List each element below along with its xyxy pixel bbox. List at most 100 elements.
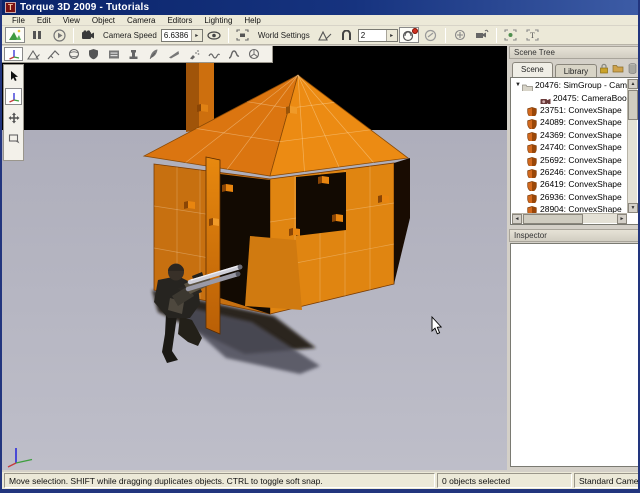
menu-item[interactable]: Lighting	[198, 16, 238, 25]
convex-shape-icon	[527, 204, 538, 213]
tree-item-label[interactable]: 20475: CameraBookmark	[553, 93, 627, 103]
scroll-down-button[interactable]: ▼	[628, 203, 638, 213]
inspector-header[interactable]: Inspector	[509, 229, 640, 242]
terrain-snap-icon[interactable]	[315, 27, 335, 43]
tree-item-label[interactable]: 24740: ConvexShape	[540, 142, 622, 152]
pause-button[interactable]	[27, 27, 47, 43]
menu-item[interactable]: Editors	[161, 16, 198, 25]
tree-item[interactable]: ▼ 25692: ConvexShape	[512, 153, 627, 165]
text-tool-icon[interactable]: T	[523, 27, 543, 43]
tree-item[interactable]: ▼ 24369: ConvexShape	[512, 129, 627, 141]
tree-vertical-scrollbar[interactable]: ▲ ▼	[627, 79, 637, 213]
tree-item[interactable]: ▼ 24089: ConvexShape	[512, 116, 627, 128]
folder-icon[interactable]	[612, 62, 624, 74]
camera-speed-value[interactable]: 6.6386	[162, 31, 191, 40]
tree-item-label[interactable]: 28904: ConvexShape	[540, 204, 622, 213]
tree-item-label[interactable]: 23751: ConvexShape	[540, 105, 622, 115]
tree-item[interactable]: ▼ 23751: ConvexShape	[512, 104, 627, 116]
tab-scene[interactable]: Scene	[512, 62, 553, 77]
tree-item-label[interactable]: 26419: ConvexShape	[540, 179, 622, 189]
decal-editor-icon[interactable]	[124, 47, 143, 61]
camera-icon[interactable]	[78, 27, 98, 43]
vertical-scroll-thumb[interactable]	[628, 90, 638, 120]
add-object-icon[interactable]	[450, 27, 470, 43]
rotate-tool-icon[interactable]	[5, 130, 22, 147]
inspector-box[interactable]	[510, 243, 639, 467]
menu-item[interactable]: Help	[238, 16, 266, 25]
window-title: Torque 3D 2009 - Tutorials	[20, 2, 149, 13]
navmesh-editor-icon[interactable]	[244, 47, 263, 61]
menu-item[interactable]: View	[57, 16, 86, 25]
fit-selection-icon[interactable]	[501, 27, 521, 43]
move-tool-icon[interactable]	[5, 88, 22, 105]
scroll-left-button[interactable]: ◄	[512, 214, 522, 224]
magnet-snap-icon[interactable]	[337, 27, 357, 43]
world-editor-mode-button[interactable]	[5, 27, 25, 43]
soft-snap-icon[interactable]	[421, 27, 441, 43]
tree-item-label[interactable]: 26936: ConvexShape	[540, 192, 622, 202]
tree-item-label[interactable]: 24369: ConvexShape	[540, 130, 622, 140]
window-bottom-border	[2, 489, 640, 493]
tree-item[interactable]: ▼ 24740: ConvexShape	[512, 141, 627, 153]
visibility-eye-icon[interactable]	[204, 27, 224, 43]
camera-speed-field[interactable]: 6.6386 ▸	[161, 29, 203, 42]
camera-bookmark-icon	[540, 93, 551, 103]
shape-editor-icon[interactable]	[84, 47, 103, 61]
horizontal-scroll-thumb[interactable]	[523, 214, 583, 224]
tree-item-label[interactable]: 26246: ConvexShape	[540, 167, 622, 177]
scene-canvas[interactable]	[2, 46, 507, 470]
scroll-up-button[interactable]: ▲	[628, 79, 638, 89]
tree-item[interactable]: ▼ 26419: ConvexShape	[512, 178, 627, 190]
tree-item-label[interactable]: 20476: SimGroup - CameraE	[535, 80, 627, 90]
open-door	[206, 157, 220, 334]
datablock-editor-icon[interactable]	[104, 47, 123, 61]
scene-tree-header[interactable]: Scene Tree	[509, 46, 640, 59]
mesh-road-editor-icon[interactable]	[164, 47, 183, 61]
tree-item[interactable]: ▼ 26246: ConvexShape	[512, 166, 627, 178]
gizmo-tool-icon[interactable]	[4, 47, 23, 61]
camera-mode[interactable]: Standard Camera	[574, 473, 640, 488]
snap-size-value[interactable]: 2	[359, 31, 386, 40]
tab-library[interactable]: Library	[555, 64, 597, 77]
convex-shape-icon	[527, 142, 538, 152]
convex-shape-icon	[527, 192, 538, 202]
object-snap-icon[interactable]	[399, 27, 419, 43]
main-toolbar: Camera Speed 6.6386 ▸ World Settings 2 ▸	[2, 26, 640, 45]
menu-item[interactable]: Edit	[31, 16, 57, 25]
snap-size-field[interactable]: 2 ▸	[358, 29, 398, 42]
terrain-painter-icon[interactable]	[44, 47, 63, 61]
tree-item[interactable]: ▼ 28904: ConvexShape	[512, 203, 627, 213]
status-message: Move selection. SHIFT while dragging dup…	[4, 473, 435, 488]
world-settings-label: World Settings	[258, 31, 310, 40]
title-bar[interactable]: T Torque 3D 2009 - Tutorials	[2, 0, 640, 15]
river-editor-icon[interactable]	[204, 47, 223, 61]
material-editor-icon[interactable]	[64, 47, 83, 61]
play-button[interactable]	[49, 27, 69, 43]
menu-item[interactable]: Object	[86, 16, 121, 25]
frame-camera-icon[interactable]	[233, 27, 253, 43]
status-bar: Move selection. SHIFT while dragging dup…	[2, 472, 640, 489]
menu-item[interactable]: Camera	[121, 16, 161, 25]
convex-shape-icon	[527, 117, 538, 127]
tree-item[interactable]: ▼ 26936: ConvexShape	[512, 191, 627, 203]
tree-item[interactable]: ▼ 20475: CameraBookmark	[512, 91, 627, 103]
forest-editor-icon[interactable]	[144, 47, 163, 61]
tree-item-label[interactable]: 24089: ConvexShape	[540, 117, 622, 127]
lock-icon[interactable]	[598, 62, 610, 74]
road-editor-icon[interactable]	[224, 47, 243, 61]
snap-size-spinner[interactable]: ▸	[386, 30, 397, 41]
delete-icon[interactable]	[626, 62, 638, 74]
expander-icon[interactable]: ▼	[514, 82, 522, 88]
tree-horizontal-scrollbar[interactable]: ◄ ►	[512, 213, 627, 223]
translate-tool-icon[interactable]	[5, 109, 22, 126]
terrain-editor-icon[interactable]	[24, 47, 43, 61]
particle-editor-icon[interactable]	[184, 47, 203, 61]
camera-speed-spinner[interactable]: ▸	[191, 30, 202, 41]
menu-item[interactable]: File	[6, 16, 31, 25]
select-tool-icon[interactable]	[5, 67, 22, 84]
scroll-right-button[interactable]: ►	[617, 214, 627, 224]
tree-item-label[interactable]: 25692: ConvexShape	[540, 155, 622, 165]
camera-bookmark-icon[interactable]	[472, 27, 492, 43]
tree-item[interactable]: ▼ 20476: SimGroup - CameraE	[512, 79, 627, 91]
3d-viewport[interactable]	[2, 46, 507, 470]
